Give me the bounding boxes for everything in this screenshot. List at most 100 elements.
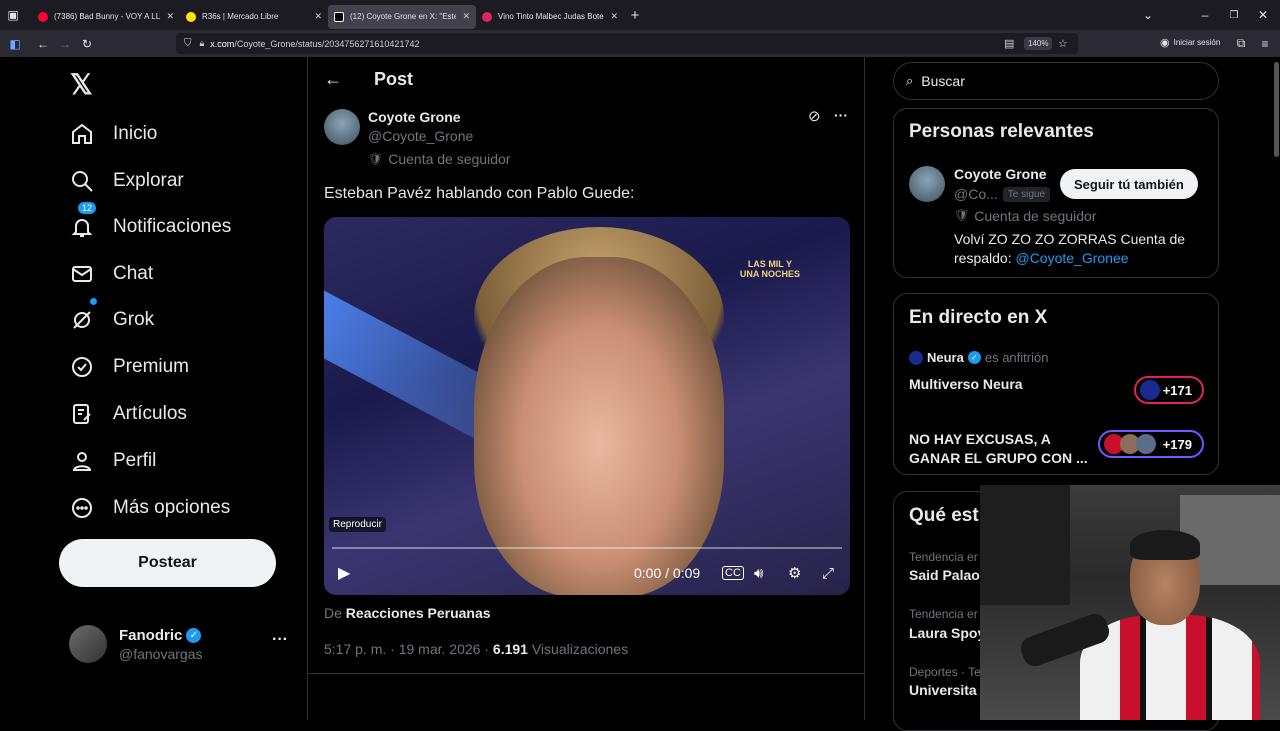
browser-tab[interactable]: (7386) Bad Bunny - VOY A LLeVA ✕	[32, 5, 180, 29]
window-close-icon[interactable]: ✕	[1252, 4, 1274, 26]
author-handle[interactable]: @Coyote_Grone	[368, 128, 473, 144]
forward-icon[interactable]: →	[54, 33, 76, 55]
sidebar-item-explore[interactable]: Explorar	[70, 161, 184, 201]
live-host[interactable]: Neura ✓ es anfitrión	[909, 350, 1048, 365]
close-icon[interactable]: ✕	[462, 11, 470, 22]
new-tab-icon[interactable]: +	[624, 4, 646, 26]
avatar	[69, 625, 107, 663]
settings-gear-icon[interactable]: ⚙	[788, 564, 801, 582]
sidebar-item-profile[interactable]: Perfil	[70, 441, 156, 481]
sidebar-toggle-icon[interactable]: ◧	[4, 33, 26, 55]
verified-icon: ✓	[967, 351, 981, 364]
close-icon[interactable]: ✕	[166, 11, 174, 22]
youtube-icon	[38, 11, 48, 22]
post-text: Esteban Pavéz hablando con Pablo Guede:	[324, 185, 635, 202]
browser-tab[interactable]: Vino Tinto Malbec Judas Botella ✕	[476, 5, 624, 29]
browser-tab-active[interactable]: (12) Coyote Grone en X: "Esteba ✕	[328, 4, 476, 29]
author-avatar[interactable]	[324, 109, 360, 145]
menu-icon[interactable]: ≡	[1254, 33, 1276, 55]
page-scrollbar[interactable]	[1274, 62, 1279, 157]
follower-label: 🛡︎ Cuenta de seguidor	[954, 208, 1096, 224]
trend-name[interactable]: Universita	[909, 682, 977, 698]
sidebar-item-home[interactable]: Inicio	[70, 114, 157, 154]
x-logo-icon[interactable]: 𝕏	[70, 68, 93, 101]
signin-button[interactable]: ◉ Iniciar sesión	[1160, 36, 1220, 49]
more-horizontal-icon[interactable]: ···	[272, 631, 288, 649]
more-horizontal-icon[interactable]: ···	[834, 107, 848, 123]
captions-icon[interactable]: CC	[722, 566, 744, 580]
close-icon[interactable]: ✕	[610, 11, 618, 22]
post-button[interactable]: Postear	[59, 539, 276, 587]
video-overlay-logo: LAS MIL Y UNA NOCHES	[740, 259, 800, 279]
minimize-icon[interactable]: –	[1194, 4, 1216, 26]
lock-icon[interactable]: 🔒︎	[200, 38, 205, 49]
back-icon[interactable]: ←	[32, 33, 54, 55]
webcam-background-panel	[980, 485, 1070, 605]
trend-name[interactable]: Said Palao	[909, 567, 980, 583]
search-box[interactable]: ⌕ Buscar	[893, 62, 1219, 100]
post-date[interactable]: 19 mar. 2026	[399, 641, 481, 657]
play-icon[interactable]: ▶	[338, 563, 350, 583]
browser-tab[interactable]: R36s | Mercado Libre ✕	[180, 5, 328, 29]
browser-tab-bar: ▣ (7386) Bad Bunny - VOY A LLeVA ✕ R36s …	[0, 0, 1280, 30]
zoom-level[interactable]: 140%	[1024, 37, 1053, 50]
video-progress-bar[interactable]	[332, 547, 842, 549]
bookmark-star-icon[interactable]: ☆	[1058, 37, 1068, 50]
user-handle[interactable]: @Co...	[954, 186, 998, 202]
card-title: Qué est	[909, 505, 979, 526]
author-name[interactable]: Coyote Grone	[368, 109, 461, 125]
sidebar-item-chat[interactable]: Chat	[70, 254, 153, 294]
sidebar-item-notifications[interactable]: 12 Notificaciones	[70, 202, 231, 247]
live-item-title[interactable]: Multiverso Neura	[909, 376, 1023, 392]
user-name[interactable]: Coyote Grone	[954, 166, 1047, 182]
chevron-down-icon[interactable]: ⌄	[1137, 4, 1159, 26]
back-arrow-icon[interactable]: ←	[324, 69, 342, 90]
sidebar-item-more[interactable]: Más opciones	[70, 488, 230, 528]
listener-avatar	[1140, 380, 1160, 400]
close-icon[interactable]: ✕	[314, 11, 322, 22]
host-avatar	[909, 350, 923, 365]
post-time[interactable]: 5:17 p. m.	[324, 641, 386, 657]
sidebar-item-grok[interactable]: Grok	[70, 298, 154, 340]
restore-icon[interactable]: ❐	[1223, 4, 1245, 26]
search-input[interactable]: Buscar	[921, 73, 965, 89]
sidebar-item-premium[interactable]: Premium	[70, 347, 189, 387]
live-item-title[interactable]: NO HAY EXCUSAS, A GANAR EL GRUPO CON ...	[909, 430, 1089, 468]
grok-analyze-icon[interactable]: ⊘	[808, 107, 821, 125]
mask-icon: 🛡︎	[954, 208, 970, 222]
video-player[interactable]: LAS MIL Y UNA NOCHES Reproducir ▶ 0:00 /…	[324, 217, 850, 595]
address-bar[interactable]: ⛉ 🔒︎ x.com/Coyote_Grone/status/203475627…	[176, 33, 1078, 54]
reader-view-icon[interactable]: ▤	[1004, 37, 1014, 50]
post-metadata: 5:17 p. m. · 19 mar. 2026 · 6.191 Visual…	[324, 641, 629, 657]
shield-icon[interactable]: ⛉	[184, 38, 192, 49]
sidebar-item-articles[interactable]: Artículos	[70, 394, 187, 434]
tab-list-icon[interactable]: ▣	[2, 4, 24, 26]
trend-context: Deportes · Te	[909, 665, 981, 679]
sidebar-item-label: Perfil	[113, 450, 157, 471]
live-listeners-pill[interactable]: +171	[1134, 376, 1204, 404]
search-icon	[72, 171, 93, 192]
sidebar-item-label: Artículos	[113, 403, 187, 424]
follow-back-button[interactable]: Seguir tú también	[1060, 169, 1198, 199]
tab-title: (7386) Bad Bunny - VOY A LLeVA	[54, 12, 161, 21]
volume-icon[interactable]: 🔊︎	[754, 565, 763, 582]
x-logo-icon	[334, 11, 344, 22]
account-name: Fanodric	[119, 626, 183, 644]
video-logo-line: LAS MIL Y	[747, 259, 792, 269]
account-switcher[interactable]: Fanodric ✓ @fanovargas ···	[69, 625, 288, 663]
views-label: Visualizaciones	[531, 641, 629, 657]
trend-name[interactable]: Laura Spoy	[909, 625, 985, 641]
live-listeners-pill[interactable]: +179	[1098, 430, 1204, 458]
video-controls: ▶ 0:00 / 0:09 CC 🔊︎ ⚙ ⤢	[324, 551, 850, 595]
extensions-icon[interactable]: ⧉	[1230, 33, 1252, 55]
home-icon	[72, 123, 92, 144]
sidebar-item-label: Más opciones	[113, 497, 231, 518]
avatar[interactable]	[909, 166, 945, 202]
live-on-x-card: En directo en X Neura ✓ es anfitrión Mul…	[893, 293, 1219, 475]
play-tooltip: Reproducir	[329, 517, 386, 532]
source-link[interactable]: Reacciones Peruanas	[346, 605, 491, 621]
bio-link[interactable]: @Coyote_Gronee	[1015, 250, 1128, 266]
post-column: ← Post Coyote Grone @Coyote_Grone 🛡︎ Cue…	[307, 57, 865, 720]
fullscreen-icon[interactable]: ⤢	[822, 565, 834, 582]
reload-icon[interactable]: ↻	[76, 33, 98, 55]
